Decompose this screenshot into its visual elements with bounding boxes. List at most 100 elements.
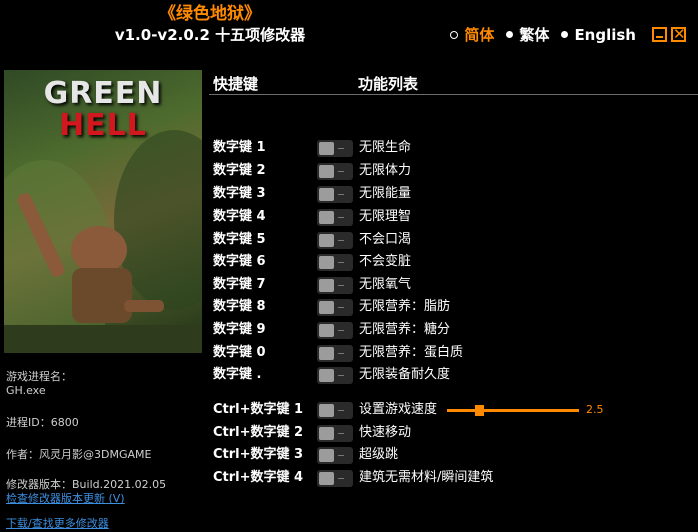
game-cover-image: GREEN HELL [4,70,202,353]
toggle-dash-icon [338,262,344,263]
toggle-dash-icon [338,330,344,331]
hotkey-label: 数字键 1 [213,140,266,155]
toggle-switch[interactable] [317,345,353,362]
toggle-knob-icon [319,427,334,440]
check-update-link[interactable]: 检查修改器版本更新 (V) [6,492,125,506]
hotkey-header: 快捷键 [213,75,259,93]
slider-thumb[interactable] [475,405,484,416]
function-label: 无限装备耐久度 [359,367,451,382]
toggle-knob-icon [319,301,334,314]
cheat-row: 数字键 9 无限营养：糖分 [213,320,693,340]
toggle-knob-icon [319,347,334,360]
function-label: 建筑无需材料/瞬间建筑 [359,470,494,485]
lang-option-traditional[interactable]: 繁体 [506,24,549,45]
cheat-row: Ctrl+数字键 3 超级跳 [213,445,693,465]
toggle-switch[interactable] [317,402,353,419]
toggle-switch[interactable] [317,425,353,442]
toggle-switch[interactable] [317,209,353,226]
cheat-row: 数字键 5 不会口渴 [213,230,693,250]
toggle-knob-icon [319,142,334,155]
hotkey-label: 数字键 5 [213,232,266,247]
cheat-row: 数字键 4 无限理智 [213,207,693,227]
toggle-knob-icon [319,449,334,462]
language-bar: 简体 繁体 English ✕ [450,24,686,45]
hotkey-label: 数字键 9 [213,322,266,337]
toggle-switch[interactable] [317,299,353,316]
process-name-value: GH.exe [6,384,46,397]
hotkey-label: Ctrl+数字键 1 [213,402,304,417]
cheat-row: 数字键 1 无限生命 [213,138,693,158]
function-label: 不会变脏 [359,254,412,269]
toggle-switch[interactable] [317,322,353,339]
toggle-knob-icon [319,279,334,292]
toggle-switch[interactable] [317,470,353,487]
lang-option-simplified[interactable]: 简体 [450,24,494,45]
function-label: 无限氧气 [359,277,412,292]
toggle-knob-icon [319,472,334,485]
radio-selected-icon [450,30,459,39]
toggle-dash-icon [338,217,344,218]
toggle-switch[interactable] [317,277,353,294]
toggle-knob-icon [319,256,334,269]
cheat-row-game-speed: Ctrl+数字键 1 设置游戏速度 2.5 [213,400,693,420]
cheat-row: 数字键 6 不会变脏 [213,252,693,272]
hotkey-label: 数字键 6 [213,254,266,269]
cheat-row: 数字键 3 无限能量 [213,184,693,204]
toggle-dash-icon [338,171,344,172]
function-label: 快速移动 [359,425,412,440]
hotkey-label: 数字键 2 [213,163,266,178]
trainer-version-title: v1.0-v2.0.2 十五项修改器 [114,26,306,44]
toggle-switch[interactable] [317,186,353,203]
toggle-switch[interactable] [317,163,353,180]
header-divider [209,94,698,95]
download-more-link[interactable]: 下载/查找更多修改器 [6,517,109,531]
lang-option-english[interactable]: English [561,26,636,44]
toggle-switch[interactable] [317,367,353,384]
toggle-dash-icon [338,375,344,376]
lang-label: 繁体 [519,26,550,44]
function-label: 无限体力 [359,163,412,178]
function-label: 无限营养：糖分 [359,322,451,337]
function-label: 无限生命 [359,140,412,155]
function-label: 超级跳 [359,447,399,462]
hotkey-label: Ctrl+数字键 2 [213,425,304,440]
toggle-knob-icon [319,188,334,201]
hotkey-label: 数字键 8 [213,299,266,314]
process-id: 进程ID：6800 [6,416,79,429]
toggle-switch[interactable] [317,140,353,157]
cheat-row: 数字键 0 无限营养：蛋白质 [213,343,693,363]
function-list-header: 功能列表 [358,75,419,93]
toggle-dash-icon [338,433,344,434]
cheat-row: Ctrl+数字键 2 快速移动 [213,423,693,443]
lang-label: English [574,25,636,44]
hotkey-label: 数字键 7 [213,277,266,292]
cover-logo-hell: HELL [59,108,147,143]
toggle-dash-icon [338,307,344,308]
toggle-dash-icon [338,240,344,241]
function-label: 无限营养：脂肪 [359,299,451,314]
function-label: 无限理智 [359,209,412,224]
author-info: 作者：风灵月影@3DMGAME [6,448,152,461]
toggle-switch[interactable] [317,232,353,249]
toggle-dash-icon [338,148,344,149]
function-label: 设置游戏速度 [359,402,438,417]
toggle-dash-icon [338,410,344,411]
toggle-dash-icon [338,285,344,286]
toggle-knob-icon [319,369,334,382]
close-icon: ✕ [673,25,686,43]
toggle-knob-icon [319,234,334,247]
minimize-button[interactable] [652,27,667,42]
radio-icon [506,31,514,38]
function-label: 无限能量 [359,186,412,201]
toggle-switch[interactable] [317,254,353,271]
game-speed-slider[interactable] [447,405,579,416]
cheat-row: 数字键 . 无限装备耐久度 [213,365,693,385]
toggle-knob-icon [319,404,334,417]
toggle-switch[interactable] [317,447,353,464]
hotkey-label: 数字键 . [213,367,262,382]
close-button[interactable]: ✕ [671,25,686,43]
title-area: 《绿色地狱》 v1.0-v2.0.2 十五项修改器 [0,4,420,46]
cheat-row: 数字键 7 无限氧气 [213,275,693,295]
hotkey-label: 数字键 4 [213,209,266,224]
game-speed-value: 2.5 [586,403,604,416]
